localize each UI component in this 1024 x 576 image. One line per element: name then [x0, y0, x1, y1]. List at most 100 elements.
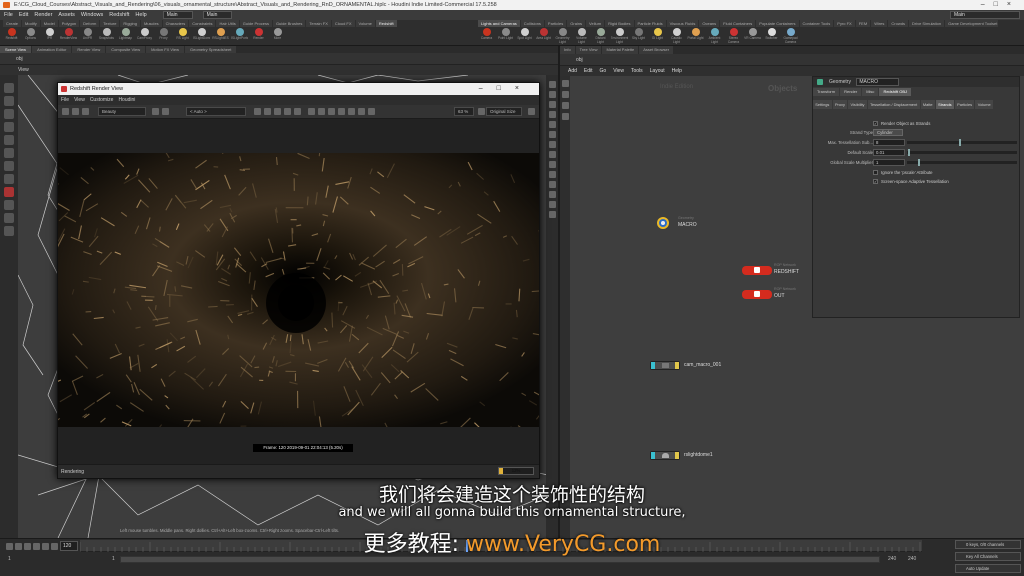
scale-tool-icon[interactable] [4, 122, 14, 132]
size-select[interactable]: Original Size [486, 107, 522, 116]
shelf-tab-cloud-fx[interactable]: Cloud FX [331, 20, 355, 27]
shelf-tool-camera[interactable]: Camera [478, 28, 495, 45]
shelf-tab-rigging[interactable]: Rigging [120, 20, 140, 27]
tab-info[interactable]: Info [560, 46, 575, 54]
shelf-tool-volume-light[interactable]: Volume Light [573, 28, 590, 45]
default-scale-field[interactable]: 0.01 [873, 149, 905, 156]
shelf-tab-guide-brushes[interactable]: Guide Brushes [272, 20, 306, 27]
shelf-tab-vellum[interactable]: Vellum [586, 20, 605, 27]
net-select-icon[interactable] [561, 80, 569, 87]
ignore-pscale-checkbox[interactable] [873, 170, 878, 175]
shelf-tab-deform[interactable]: Deform [80, 20, 100, 27]
shelf-tool-rslighties[interactable]: RSLightIES [212, 28, 229, 45]
param-subtab-visibility[interactable]: Visibility [848, 100, 867, 109]
window-controls[interactable]: –□× [981, 0, 1020, 10]
wireframe-icon[interactable] [548, 91, 556, 98]
ghost-icon[interactable] [548, 181, 556, 188]
tab-scene-view[interactable]: Scene View [0, 46, 32, 53]
param-subtab-particles[interactable]: Particles [954, 100, 975, 109]
render-start-icon[interactable] [62, 108, 69, 115]
fit-icon[interactable] [348, 108, 355, 115]
max-tess-slider[interactable] [907, 139, 1017, 146]
shelf-tool-spot-light[interactable]: Spot Light [516, 28, 533, 45]
shelf-tab-container-tools[interactable]: Container Tools [799, 20, 834, 27]
normals-icon[interactable] [548, 121, 556, 128]
shelf-tab-polygon[interactable]: Polygon [58, 20, 80, 27]
shelf-tab-particles[interactable]: Particles [544, 20, 567, 27]
points-icon[interactable] [548, 111, 556, 118]
shelf-tab-modify[interactable]: Modify [22, 20, 40, 27]
render-view-titlebar[interactable]: Redshift Render View –□× [58, 83, 539, 95]
auto-update-select[interactable]: Auto Update [955, 564, 1021, 573]
shelf-tab-particle-fluids[interactable]: Particle Fluids [634, 20, 666, 27]
light-tool-icon[interactable] [4, 226, 14, 236]
viewport-path[interactable]: obj [16, 53, 23, 65]
shelf-tab-model[interactable]: Model [40, 20, 58, 27]
shelf-tool-proxy[interactable]: Proxy [155, 28, 172, 45]
param-subtab-volume[interactable]: Volume [975, 100, 993, 109]
select-tool-icon[interactable] [4, 83, 14, 93]
channel-r-icon[interactable] [152, 108, 159, 115]
shelf-tab-redshift[interactable]: Redshift [375, 20, 397, 27]
tab-motion-fx-view[interactable]: Motion FX View [146, 46, 185, 53]
tab-geometry-spreadsheet[interactable]: Geometry Spreadsheet [185, 46, 237, 53]
shelf-tool-caustic-light[interactable]: Caustic Light [668, 28, 685, 45]
lut-icon[interactable] [338, 108, 345, 115]
rv-menu-houdini[interactable]: Houdini [118, 95, 135, 105]
shelf-tab-create[interactable]: Create [3, 20, 22, 27]
lock-icon[interactable] [274, 108, 281, 115]
net-grid-icon[interactable] [561, 113, 569, 120]
shaded-icon[interactable] [548, 101, 556, 108]
shelf-tab-wires[interactable]: Wires [871, 20, 888, 27]
shelf-tool-ipr[interactable]: IPR [41, 28, 58, 45]
strand-type-select[interactable]: Cylinder [873, 129, 903, 136]
snap-tool-icon[interactable] [4, 200, 14, 210]
rv-menu-file[interactable]: File [61, 95, 69, 105]
shelf-tool-unipr[interactable]: UnIPR [79, 28, 96, 45]
max-tess-field[interactable]: 8 [873, 139, 905, 146]
bucket-icon[interactable] [284, 108, 291, 115]
menu-file[interactable]: File [4, 12, 13, 18]
visualizer-icon[interactable] [548, 211, 556, 218]
param-tab-render[interactable]: Render [840, 88, 862, 96]
shelf-tab-fem[interactable]: FEM [855, 20, 871, 27]
screen-space-checkbox[interactable]: ✓ [873, 179, 878, 184]
build-select[interactable]: Main [202, 11, 233, 19]
menu-redshift[interactable]: Redshift [109, 12, 129, 18]
shelf-tool-more[interactable]: More [269, 28, 286, 45]
global-scale-slider[interactable] [907, 159, 1017, 166]
shelf-tool-renderview[interactable]: RenderView [60, 28, 77, 45]
region-icon[interactable] [264, 108, 271, 115]
template-icon[interactable] [548, 191, 556, 198]
settings-gear-icon[interactable] [528, 108, 535, 115]
aov-select[interactable]: Beauty [98, 107, 146, 116]
shelf-tab-lights-and-cameras[interactable]: Lights and Cameras [478, 20, 520, 27]
net-pan-icon[interactable] [561, 91, 569, 98]
shelf-tab-texture[interactable]: Texture [100, 20, 120, 27]
shelf-tab-volume[interactable]: Volume [355, 20, 375, 27]
handle-tool-icon[interactable] [4, 135, 14, 145]
brush-tool-icon[interactable] [4, 174, 14, 184]
node-out[interactable] [742, 290, 772, 299]
shelf-tool-rs-light[interactable]: RS Light [174, 28, 191, 45]
menu-render[interactable]: Render [34, 12, 52, 18]
shelf-tab-fluid-containers[interactable]: Fluid Containers [720, 20, 756, 27]
node-macro[interactable] [656, 216, 670, 230]
shelf-tool-lightmap[interactable]: Lightmap [117, 28, 134, 45]
display-option-icon[interactable] [548, 81, 556, 88]
magnet-tool-icon[interactable] [4, 187, 14, 197]
shelf-tool-geometry-light[interactable]: Geometry Light [554, 28, 571, 45]
pose-tool-icon[interactable] [4, 148, 14, 158]
zoom-field[interactable]: 63 % [454, 107, 474, 116]
shelf-tab-crowds[interactable]: Crowds [888, 20, 908, 27]
shelf-tab-grains[interactable]: Grains [567, 20, 586, 27]
shelf-tab-characters[interactable]: Characters [162, 20, 189, 27]
network-path[interactable]: obj [576, 57, 583, 63]
menu-edit[interactable]: Edit [19, 12, 28, 18]
net-menu-help[interactable]: Help [672, 66, 682, 76]
desktop-select[interactable]: Main [162, 11, 193, 19]
shelf-tab-viscous-fluids[interactable]: Viscous Fluids [666, 20, 699, 27]
shelf-tool-gamepad-camera[interactable]: Gamepad Camera [782, 28, 799, 45]
render-as-strands-checkbox[interactable]: ✓ [873, 121, 878, 126]
rotate-tool-icon[interactable] [4, 109, 14, 119]
